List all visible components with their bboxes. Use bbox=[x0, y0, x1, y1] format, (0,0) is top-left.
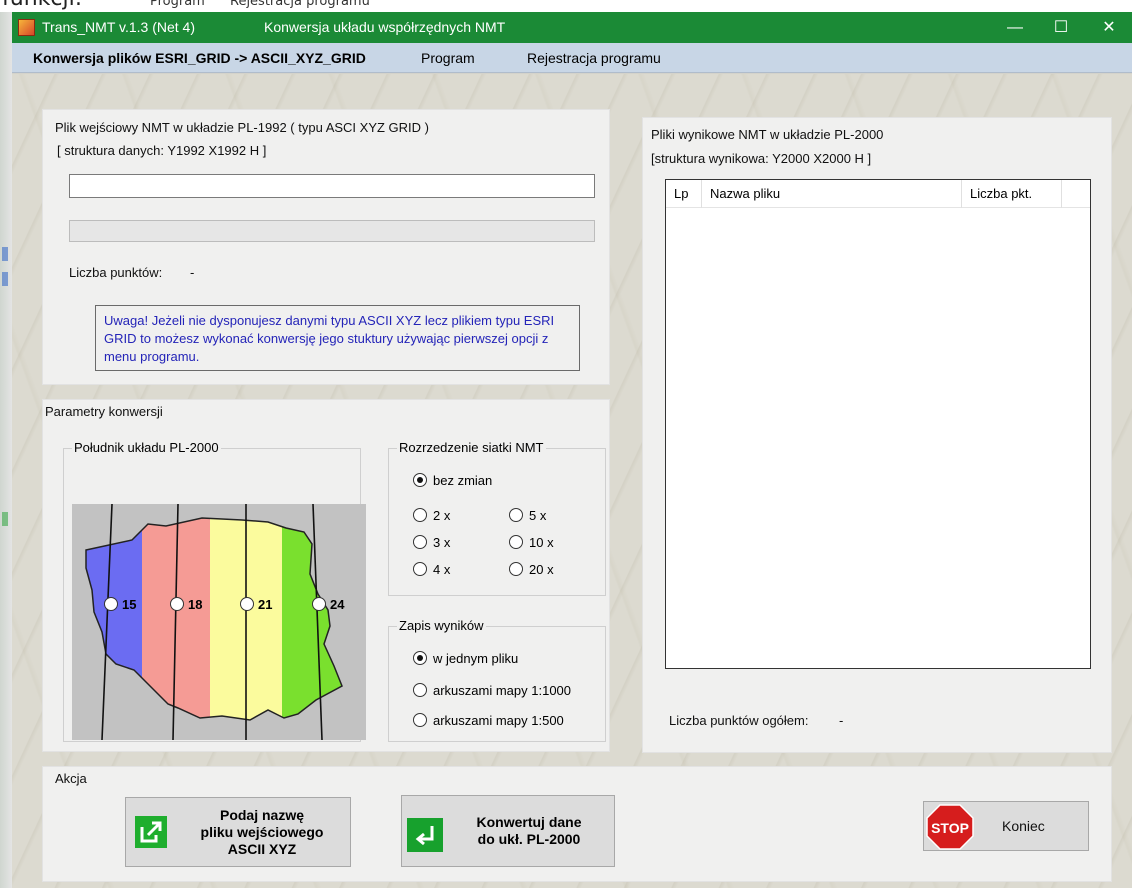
background-partial-title: funkcji: bbox=[2, 0, 82, 11]
menu-program[interactable]: Program bbox=[421, 50, 475, 66]
action-panel: Akcja Podaj nazwę pliku wejściowego ASCI… bbox=[42, 766, 1112, 882]
points-count-label: Liczba punktów: bbox=[69, 265, 163, 280]
points-count-value: - bbox=[190, 265, 195, 280]
meridian-15-label: 15 bbox=[122, 597, 137, 612]
content-area: Plik wejściowy NMT w układzie PL-1992 ( … bbox=[12, 74, 1132, 888]
params-panel-title: Parametry konwersji bbox=[45, 404, 163, 419]
open-input-file-button[interactable]: Podaj nazwę pliku wejściowego ASCII XYZ bbox=[125, 797, 351, 867]
thinning-10x-label: 10 x bbox=[529, 535, 554, 550]
app-icon bbox=[18, 19, 35, 36]
input-panel-title: Plik wejściowy NMT w układzie PL-1992 ( … bbox=[55, 120, 429, 135]
convert-data-button[interactable]: Konwertuj dane do ukł. PL-2000 bbox=[401, 795, 615, 867]
thinning-2x-radio[interactable] bbox=[413, 508, 427, 522]
input-file-path-field[interactable] bbox=[69, 174, 595, 198]
meridian-21-label: 21 bbox=[258, 597, 273, 612]
background-menu-registration: Rejestracja programu bbox=[230, 0, 370, 9]
results-panel-title: Pliki wynikowe NMT w układzie PL-2000 bbox=[651, 127, 884, 142]
total-points-value: - bbox=[839, 713, 844, 728]
minimize-button[interactable]: — bbox=[992, 12, 1038, 43]
column-header-lp[interactable]: Lp bbox=[666, 180, 702, 208]
thinning-none-label: bez zmian bbox=[433, 473, 493, 488]
column-header-point-count[interactable]: Liczba pkt. bbox=[962, 180, 1062, 208]
thinning-5x-label: 5 x bbox=[529, 508, 547, 523]
meridian-groupbox: Południk układu PL-2000 15 18 21 24 bbox=[63, 440, 366, 742]
stop-sign-text: STOP bbox=[931, 820, 969, 836]
input-progress-bar bbox=[69, 220, 595, 242]
output-single-file-radio[interactable] bbox=[413, 651, 427, 665]
output-groupbox: Zapis wyników w jednym pliku arkuszami m… bbox=[388, 618, 606, 742]
poland-zones-map: 15 18 21 24 bbox=[72, 503, 366, 741]
thinning-4x-label: 4 x bbox=[433, 562, 451, 577]
meridian-24-radio[interactable] bbox=[312, 597, 326, 611]
output-sheets-500-label: arkuszami mapy 1:500 bbox=[433, 713, 564, 728]
open-input-file-label: Podaj nazwę pliku wejściowego ASCII XYZ bbox=[200, 807, 324, 857]
input-structure-label: [ struktura danych: Y1992 X1992 H ] bbox=[57, 143, 267, 158]
convert-arrow-icon bbox=[407, 818, 443, 852]
thinning-20x-radio[interactable] bbox=[509, 562, 523, 576]
poland-map-graphic bbox=[85, 503, 343, 741]
meridian-groupbox-title: Południk układu PL-2000 bbox=[72, 440, 221, 455]
thinning-20x-label: 20 x bbox=[529, 562, 554, 577]
column-header-file-name[interactable]: Nazwa pliku bbox=[702, 180, 962, 208]
background-window-edge bbox=[0, 12, 12, 888]
output-sheets-1000-radio[interactable] bbox=[413, 683, 427, 697]
conversion-params-panel: Parametry konwersji Południk układu PL-2… bbox=[42, 399, 610, 752]
esri-grid-note: Uwaga! Jeżeli nie dysponujesz danymi typ… bbox=[95, 305, 580, 371]
thinning-3x-radio[interactable] bbox=[413, 535, 427, 549]
meridian-21-radio[interactable] bbox=[240, 597, 254, 611]
output-single-file-label: w jednym pliku bbox=[433, 651, 519, 666]
input-file-panel: Plik wejściowy NMT w układzie PL-1992 ( … bbox=[42, 109, 610, 385]
zone-24-area bbox=[282, 518, 342, 720]
meridian-18-label: 18 bbox=[188, 597, 203, 612]
results-list-header: Lp Nazwa pliku Liczba pkt. bbox=[666, 180, 1090, 208]
convert-data-label: Konwertuj dane do ukł. PL-2000 bbox=[476, 814, 582, 847]
menu-esri-conversion[interactable]: Konwersja plików ESRI_GRID -> ASCII_XYZ_… bbox=[33, 50, 366, 66]
thinning-5x-radio[interactable] bbox=[509, 508, 523, 522]
results-file-list[interactable]: Lp Nazwa pliku Liczba pkt. bbox=[665, 179, 1091, 669]
thinning-4x-radio[interactable] bbox=[413, 562, 427, 576]
thinning-3x-label: 3 x bbox=[433, 535, 451, 550]
action-panel-title: Akcja bbox=[55, 771, 87, 786]
thinning-10x-radio[interactable] bbox=[509, 535, 523, 549]
background-window-strip: Program Rejestracja programu funkcji: bbox=[0, 0, 1132, 12]
title-bar[interactable]: Trans_NMT v.1.3 (Net 4) Konwersja układu… bbox=[12, 12, 1132, 43]
output-groupbox-title: Zapis wyników bbox=[397, 618, 486, 633]
open-file-icon bbox=[135, 816, 167, 848]
results-structure-label: [struktura wynikowa: Y2000 X2000 H ] bbox=[651, 151, 872, 166]
app-title: Trans_NMT v.1.3 (Net 4) bbox=[42, 19, 196, 35]
thinning-groupbox-title: Rozrzedzenie siatki NMT bbox=[397, 440, 546, 455]
output-sheets-500-radio[interactable] bbox=[413, 713, 427, 727]
meridian-18-radio[interactable] bbox=[170, 597, 184, 611]
app-window: Trans_NMT v.1.3 (Net 4) Konwersja układu… bbox=[12, 12, 1132, 888]
menu-registration[interactable]: Rejestracja programu bbox=[527, 50, 661, 66]
thinning-groupbox: Rozrzedzenie siatki NMT bez zmian 2 x 3 … bbox=[388, 440, 606, 596]
total-points-label: Liczba punktów ogółem: bbox=[669, 713, 809, 728]
meridian-24-label: 24 bbox=[330, 597, 345, 612]
results-panel: Pliki wynikowe NMT w układzie PL-2000 [s… bbox=[642, 117, 1112, 753]
stop-sign-icon: STOP bbox=[926, 804, 974, 850]
thinning-2x-label: 2 x bbox=[433, 508, 451, 523]
thinning-none-radio[interactable] bbox=[413, 473, 427, 487]
window-subtitle: Konwersja układu współrzędnych NMT bbox=[264, 19, 506, 35]
exit-button[interactable]: STOP Koniec bbox=[923, 801, 1089, 851]
maximize-button[interactable]: ☐ bbox=[1038, 12, 1084, 43]
exit-button-label: Koniec bbox=[1002, 818, 1045, 834]
meridian-15-radio[interactable] bbox=[104, 597, 118, 611]
menu-bar: Konwersja plików ESRI_GRID -> ASCII_XYZ_… bbox=[12, 43, 1132, 73]
background-menu-program: Program bbox=[150, 0, 205, 9]
screen: Program Rejestracja programu funkcji: Tr… bbox=[0, 0, 1132, 888]
close-button[interactable]: ✕ bbox=[1086, 12, 1132, 43]
output-sheets-1000-label: arkuszami mapy 1:1000 bbox=[433, 683, 572, 698]
